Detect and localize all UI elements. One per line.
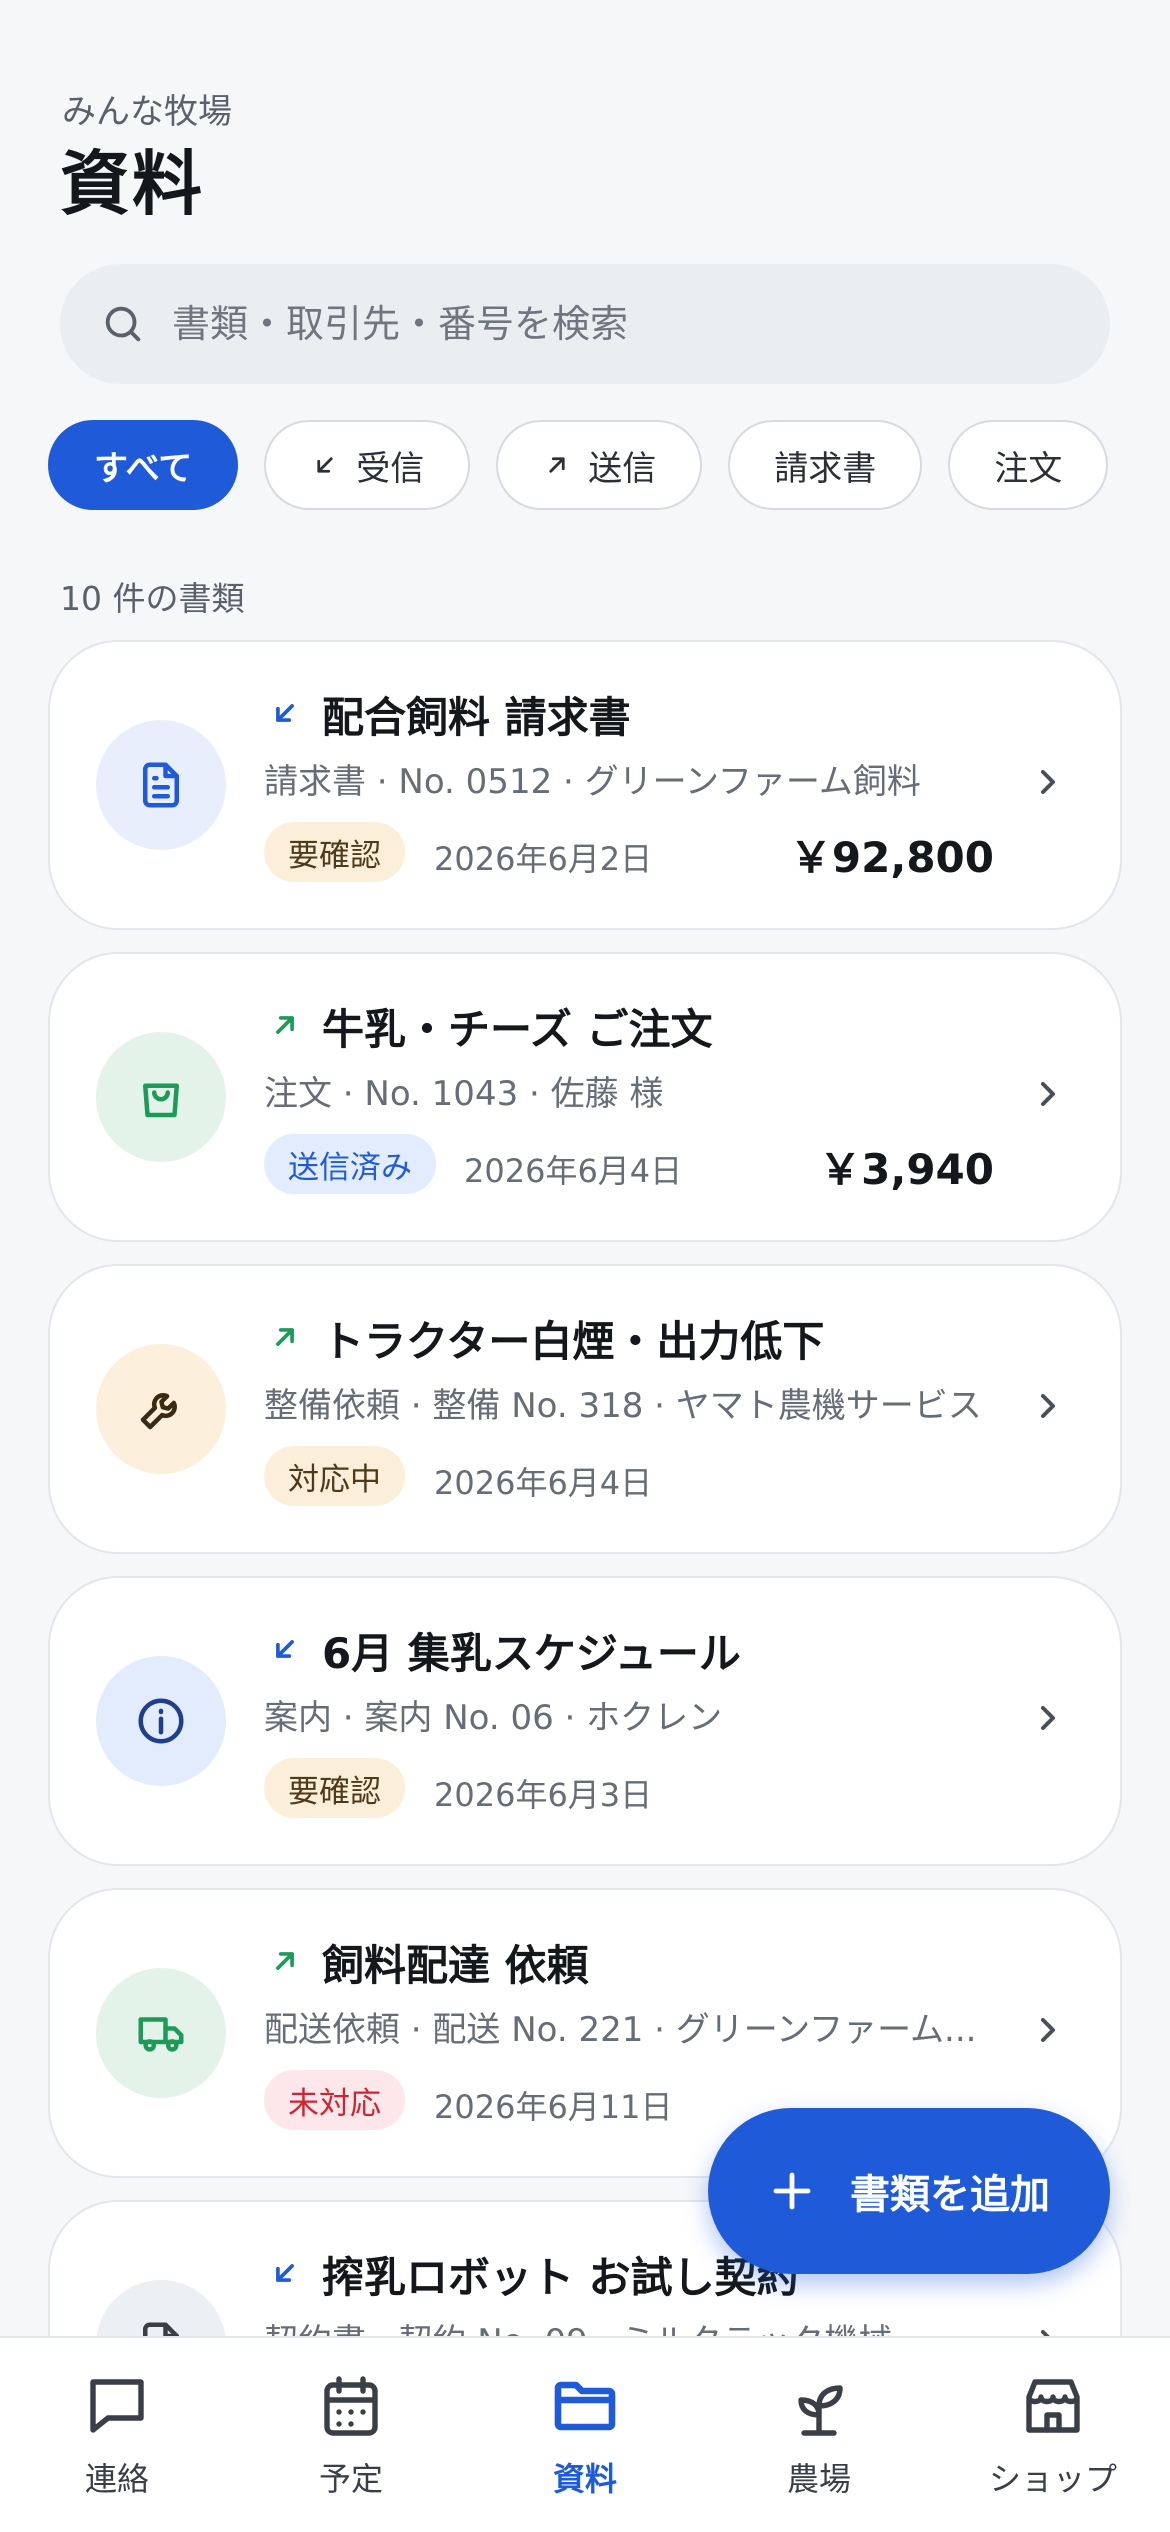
shopping-bag-icon	[143, 1083, 179, 1118]
calendar-icon	[324, 2376, 378, 2436]
nav-label: 資料	[552, 2460, 617, 2498]
folder-icon	[554, 2381, 616, 2431]
filter-chip-label: すべて	[94, 448, 193, 489]
document-title: トラクター白煙・出力低下	[322, 1317, 825, 1366]
document-title: 配合飼料 請求書	[322, 693, 631, 742]
chevron-right-icon	[1041, 770, 1055, 794]
document-title: 6月 集乳スケジュール	[322, 1629, 741, 1678]
filter-chip-label: 送信	[588, 448, 657, 489]
arrow-up-right-icon	[276, 1952, 294, 1970]
document-type-badge	[96, 720, 226, 850]
document-meta: 注文 · No. 1043 · 佐藤 様	[264, 1074, 664, 1114]
search-icon	[105, 306, 141, 342]
document-card[interactable]: 6月 集乳スケジュール案内 · 案内 No. 06 · ホクレン要確認 2026年…	[48, 1576, 1122, 1866]
document-amount: ￥92,800	[789, 833, 994, 882]
nav-label: 連絡	[84, 2460, 149, 2498]
filter-chip[interactable]: 送信	[496, 420, 703, 510]
nav-item[interactable]: 資料	[468, 2338, 702, 2532]
status-badge: 要確認	[264, 822, 405, 882]
filter-chip[interactable]: 注文	[948, 420, 1109, 510]
filter-chips: すべて 受信 送信 請求書 注文	[48, 420, 1109, 510]
nav-label: 予定	[318, 2460, 383, 2498]
bottom-navigation: 連絡 予定 資料 農場 ショップ	[0, 2336, 1170, 2532]
status-badge: 要確認	[264, 1758, 405, 1818]
document-meta: 案内 · 案内 No. 06 · ホクレン	[264, 1698, 723, 1738]
chevron-right-icon	[1041, 1394, 1055, 1418]
page-title: 資料	[60, 143, 204, 225]
status-badge: 対応中	[264, 1446, 405, 1506]
status-badge: 未対応	[264, 2070, 405, 2130]
document-date: 2026年6月2日	[434, 840, 653, 878]
documents-screen: みんな牧場 資料 すべて 受信 送信 請求書 注文 10 件の書類 配合飼料 請求書請求…	[0, 0, 1170, 2532]
document-amount: ￥3,940	[819, 1145, 994, 1194]
chat-icon	[90, 2379, 144, 2433]
nav-item[interactable]: ショップ	[936, 2338, 1170, 2532]
nav-item[interactable]: 連絡	[0, 2338, 234, 2532]
arrow-down-left-icon	[317, 457, 333, 473]
search-bar[interactable]	[60, 264, 1110, 384]
status-badge: 送信済み	[264, 1134, 436, 1194]
document-card[interactable]: トラクター白煙・出力低下整備依頼 · 整備 No. 318 · ヤマト農機サービ…	[48, 1264, 1122, 1554]
arrow-down-left-icon	[276, 2264, 294, 2282]
filter-chip-label: 受信	[356, 448, 425, 489]
document-date: 2026年6月4日	[434, 1464, 653, 1502]
document-meta: 整備依頼 · 整備 No. 318 · ヤマト農機サービス	[264, 1386, 982, 1426]
nav-item[interactable]: 予定	[234, 2338, 468, 2532]
filter-chip[interactable]: 請求書	[728, 420, 923, 510]
add-document-button[interactable]: 書類を追加	[708, 2108, 1110, 2274]
document-date: 2026年6月3日	[434, 1776, 653, 1814]
sprout-icon	[798, 2385, 843, 2436]
document-title: 搾乳ロボット お試し契約	[322, 2253, 799, 2302]
filter-chip-label: 注文	[994, 448, 1063, 489]
document-type-badge	[96, 1656, 226, 1786]
nav-item[interactable]: 農場	[702, 2338, 936, 2532]
document-title: 飼料配達 依頼	[322, 1941, 589, 1990]
wrench-icon	[140, 1393, 177, 1430]
document-title: 牛乳・チーズ ご注文	[322, 1005, 713, 1054]
document-meta: 配送依頼 · 配送 No. 221 · グリーンファーム...	[264, 2010, 977, 2050]
store-icon	[1026, 2379, 1080, 2433]
filter-chip[interactable]: すべて	[48, 420, 239, 510]
document-type-badge	[96, 1968, 226, 2098]
search-input[interactable]	[172, 302, 1072, 346]
nav-label: 農場	[786, 2460, 851, 2498]
arrow-up-right-icon	[276, 1016, 294, 1034]
arrow-down-left-icon	[276, 704, 294, 722]
plus-icon	[773, 2172, 811, 2210]
filter-chip-label: 請求書	[774, 448, 877, 489]
chevron-right-icon	[1041, 1706, 1055, 1730]
chevron-right-icon	[1041, 2018, 1055, 2042]
document-card[interactable]: 配合飼料 請求書請求書 · No. 0512 · グリーンファーム飼料要確認 20…	[48, 640, 1122, 930]
document-type-badge	[96, 1032, 226, 1162]
document-card[interactable]: 牛乳・チーズ ご注文注文 · No. 1043 · 佐藤 様送信済み 2026年6…	[48, 952, 1122, 1242]
truck-icon	[138, 2017, 184, 2052]
filter-chip[interactable]: 受信	[264, 420, 471, 510]
document-icon	[143, 762, 179, 808]
document-date: 2026年6月11日	[434, 2088, 673, 2126]
info-icon	[138, 1698, 184, 1744]
document-date: 2026年6月4日	[464, 1152, 683, 1190]
arrow-down-left-icon	[276, 1640, 294, 1658]
chevron-right-icon	[1041, 1082, 1055, 1106]
document-meta: 請求書 · No. 0512 · グリーンファーム飼料	[264, 762, 921, 802]
add-document-label: 書類を追加	[850, 2172, 1050, 2218]
document-type-badge	[96, 1344, 226, 1474]
arrow-up-right-icon	[549, 457, 565, 473]
farm-name: みんな牧場	[62, 92, 232, 132]
nav-label: ショップ	[988, 2460, 1117, 2498]
arrow-up-right-icon	[276, 1328, 294, 1346]
document-count: 10 件の書類	[60, 579, 245, 618]
